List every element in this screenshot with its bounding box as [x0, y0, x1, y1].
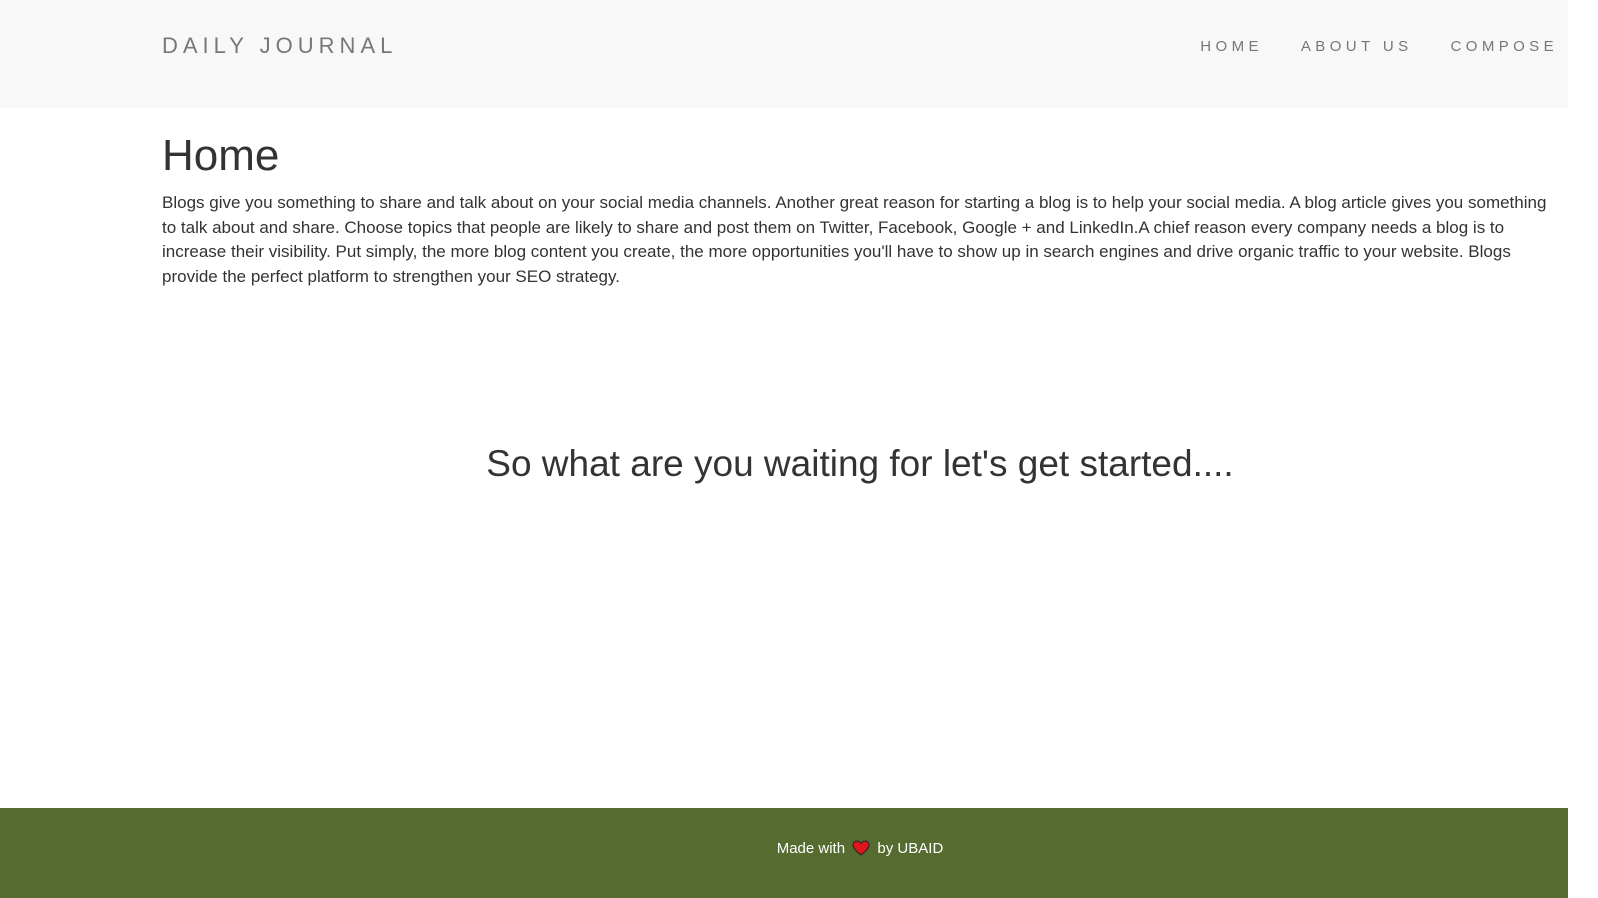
nav-link-home[interactable]: HOME	[1200, 38, 1263, 55]
navbar: DAILY JOURNAL HOME ABOUT US COMPOSE	[0, 0, 1568, 108]
intro-paragraph: Blogs give you something to share and ta…	[162, 193, 1547, 286]
nav-item-home: HOME	[1200, 38, 1263, 56]
footer: Made with by UBAID	[0, 808, 1568, 898]
cta-heading: So what are you waiting for let's get st…	[486, 442, 1234, 484]
nav-link-compose[interactable]: COMPOSE	[1451, 38, 1558, 55]
page-title: Home	[162, 131, 280, 180]
nav-link-about-us[interactable]: ABOUT US	[1301, 38, 1413, 55]
nav-links: HOME ABOUT US COMPOSE	[1200, 38, 1558, 56]
page: DAILY JOURNAL HOME ABOUT US COMPOSE Home…	[0, 0, 1568, 898]
brand-logo-link[interactable]: DAILY JOURNAL	[162, 33, 397, 59]
footer-credit: Made with by UBAID	[0, 839, 1568, 859]
footer-author-text: by UBAID	[877, 840, 944, 857]
nav-item-about-us: ABOUT US	[1301, 38, 1413, 56]
heart-icon	[852, 840, 870, 856]
main-content: Home Blogs give you something to share a…	[162, 128, 1557, 289]
scrollbar-gutter	[1568, 0, 1598, 898]
footer-made-with-text: Made with	[776, 840, 846, 857]
nav-item-compose: COMPOSE	[1451, 38, 1558, 56]
